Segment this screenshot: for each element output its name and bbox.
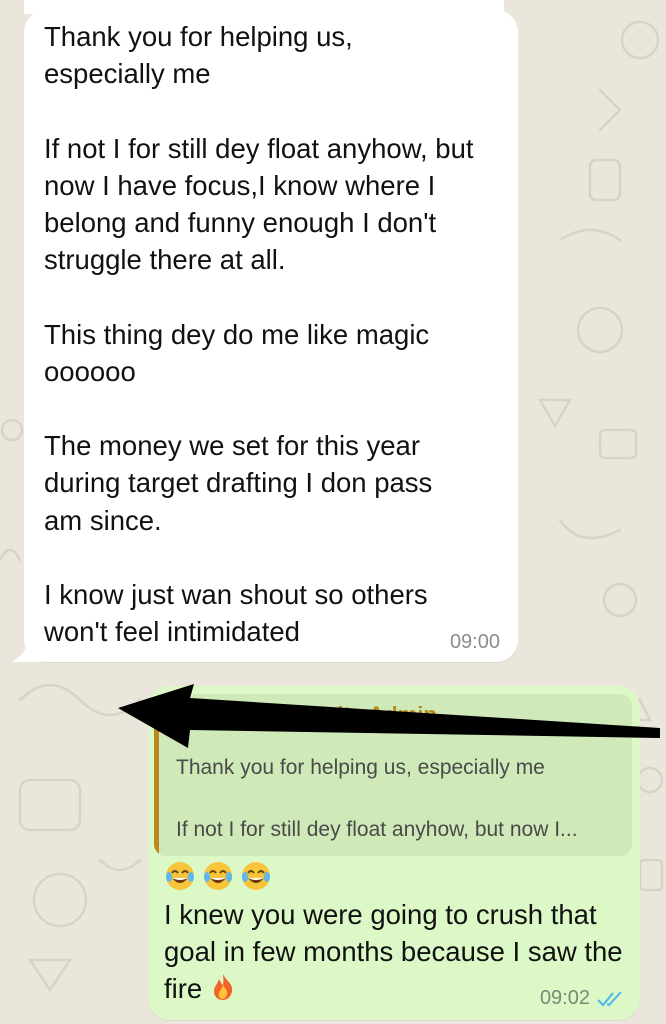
outgoing-message-time: 09:02 <box>539 987 590 1009</box>
tears-of-joy-emoji-icon <box>204 862 232 890</box>
emoji-row <box>164 860 272 892</box>
tears-of-joy-emoji-icon <box>166 862 194 890</box>
quote-author: Forex Community Admin <box>176 702 437 727</box>
bubble-tail <box>12 640 42 662</box>
previous-bubble-edge <box>24 0 504 14</box>
quoted-message[interactable]: Forex Community Admin Thank you for help… <box>154 694 632 856</box>
outgoing-message-bubble[interactable]: Forex Community Admin Thank you for help… <box>148 686 640 1020</box>
read-receipt-icon <box>597 990 622 1006</box>
fire-emoji-icon <box>214 974 233 1001</box>
incoming-message-bubble[interactable]: Thank you for helping us, especially me … <box>12 0 518 662</box>
incoming-message-time: 09:00 <box>449 631 500 653</box>
quote-text: Thank you for helping us, especially me … <box>176 756 578 841</box>
tears-of-joy-emoji-icon <box>242 862 270 890</box>
incoming-message-text: Thank you for helping us, especially me … <box>44 21 474 648</box>
outgoing-message-meta: 09:02 <box>540 987 624 1010</box>
quote-accent-bar <box>154 694 159 856</box>
